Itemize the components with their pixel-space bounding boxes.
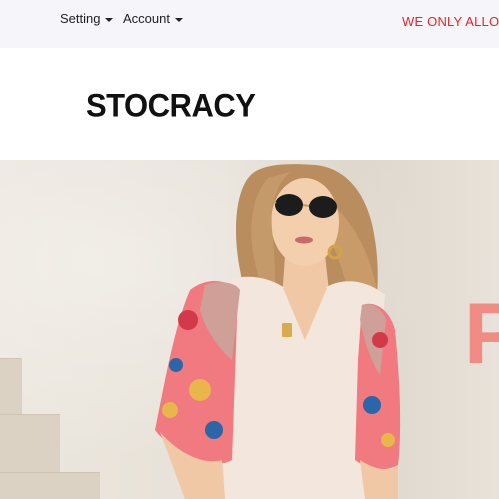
account-menu[interactable]: Account — [123, 11, 183, 26]
account-menu-label: Account — [123, 11, 170, 26]
setting-menu[interactable]: Setting — [60, 11, 114, 26]
chevron-down-icon — [174, 17, 183, 22]
promo-banner-text: WE ONLY ALLOW — [402, 14, 499, 29]
setting-menu-label: Setting — [60, 11, 101, 26]
site-logo[interactable]: STOCRACY — [86, 87, 256, 125]
hero-banner[interactable]: P — [0, 160, 499, 499]
top-bar: Setting Account WE ONLY ALLOW — [0, 0, 499, 48]
site-header: STOCRACY — [0, 48, 499, 160]
chevron-down-icon — [105, 17, 114, 22]
hero-heading-letter: P — [464, 286, 499, 382]
model-photo — [155, 164, 401, 499]
